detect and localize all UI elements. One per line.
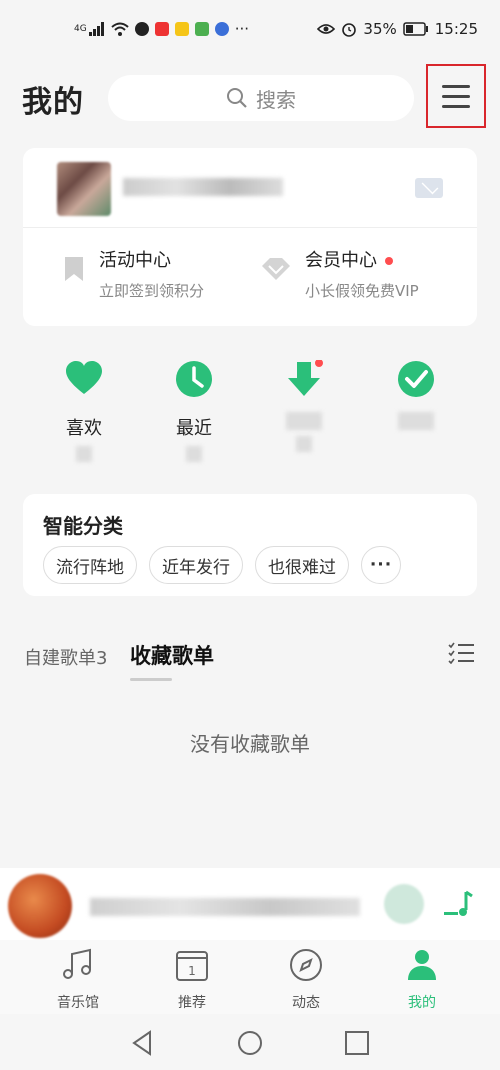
network-indicator: 4G [74,24,87,34]
recents-icon[interactable] [344,1030,370,1056]
notification-dot [385,257,393,265]
signal-icon [88,22,104,36]
download-icon [288,360,323,396]
playlist-icon[interactable] [442,888,474,920]
hamburger-line [442,94,470,98]
blurred-count [76,446,92,462]
nav-mine[interactable]: 我的 [382,948,462,1012]
browser-icon [134,22,149,36]
blurred-song-info [90,898,360,916]
eye-icon [317,24,336,34]
category-chip[interactable]: 也很难过 [255,546,349,584]
vip-center-title: 会员中心 [305,246,419,272]
blurred-count [186,446,202,462]
profile-card: 活动中心 立即签到领积分 会员中心 小长假领免费VIP [23,148,477,326]
battery-icon [403,22,428,36]
nav-label: 音乐馆 [57,995,99,1011]
search-bar[interactable]: 搜索 [108,75,414,121]
search-placeholder: 搜索 [256,87,296,112]
more-categories-button[interactable]: ··· [361,546,401,584]
diamond-icon [262,258,290,280]
search-icon [227,88,247,108]
profile-row[interactable] [23,148,477,228]
tab-created-playlists[interactable]: 自建歌单3 [24,644,107,670]
activity-center-title: 活动中心 [99,250,171,271]
category-chip[interactable]: 流行阵地 [43,546,137,584]
play-button[interactable] [384,884,424,924]
check-icon [398,361,434,397]
header: 我的 搜索 [0,64,500,130]
status-left: 4G ··· [74,20,249,38]
empty-state-text: 没有收藏歌单 [190,732,310,756]
alarm-icon [342,23,357,37]
app-notification-icon [154,22,169,36]
more-notifications: ··· [234,20,250,38]
vip-center-subtitle: 小长假领免费VIP [305,282,419,300]
hamburger-icon [442,84,470,88]
album-cover[interactable] [8,874,72,938]
clock-icon [176,361,212,397]
bookmark-icon [65,257,83,281]
mini-player[interactable] [0,868,500,940]
app-notification-icon [174,22,189,36]
category-chips: 流行阵地 近年发行 也很难过 ··· [43,546,401,584]
home-icon[interactable] [237,1030,263,1056]
quick-action-purchased[interactable] [366,360,466,430]
nav-feed[interactable]: 动态 [266,948,346,1012]
quick-action-favorites[interactable]: 喜欢 [34,360,134,462]
quick-action-download[interactable] [254,360,354,452]
status-bar: 4G ··· 35% 15:25 [0,0,500,58]
activity-center-text: 活动中心 立即签到领积分 [99,246,204,301]
app-notification-icon [194,22,209,36]
music-note-icon [63,948,91,979]
blurred-label [286,412,322,430]
clock-time: 15:25 [434,20,478,38]
activity-center[interactable]: 活动中心 立即签到领积分 [63,246,204,301]
category-chip[interactable]: 近年发行 [149,546,243,584]
person-icon [408,950,436,980]
nav-recommend[interactable]: 1 推荐 [152,948,232,1012]
quick-action-label: 喜欢 [66,418,102,439]
wifi-icon [111,22,129,36]
checklist-icon[interactable] [448,642,474,664]
menu-button[interactable] [426,64,486,128]
compass-icon [290,949,322,981]
tab-collected-playlists[interactable]: 收藏歌单 [130,640,214,670]
blurred-label [398,412,434,430]
avatar[interactable] [57,162,111,216]
blurred-username [123,178,283,196]
nav-label: 我的 [408,995,436,1011]
vip-center-text: 会员中心 小长假领免费VIP [305,246,419,301]
calendar-icon: 1 [176,951,208,981]
nav-label: 动态 [292,995,320,1011]
quick-action-label: 最近 [176,418,212,439]
blurred-count [296,436,312,452]
activity-center-subtitle: 立即签到领积分 [99,282,205,300]
music-app-icon [214,22,229,36]
page-title: 我的 [22,85,84,120]
quick-actions: 喜欢 最近 [0,360,500,470]
smart-category-card: 智能分类 流行阵地 近年发行 也很难过 ··· [23,494,477,596]
nav-label: 推荐 [178,995,206,1011]
active-tab-indicator [130,678,172,681]
svg-text:1: 1 [188,964,196,978]
mail-icon[interactable] [415,178,443,198]
battery-percent: 35% [363,20,397,38]
vip-center[interactable]: 会员中心 小长假领免费VIP [261,246,419,301]
hamburger-line [442,104,470,108]
playlist-tabs: 自建歌单3 收藏歌单 [0,640,500,684]
heart-icon [66,361,102,394]
nav-music-hall[interactable]: 音乐馆 [38,948,118,1012]
status-right: 35% 15:25 [317,20,478,38]
back-icon[interactable] [130,1030,156,1056]
bottom-nav: 音乐馆 1 推荐 动态 我的 [0,940,500,1014]
system-nav-bar [0,1014,500,1070]
vip-center-label: 会员中心 [305,250,377,271]
smart-category-title: 智能分类 [43,514,123,538]
quick-action-recent[interactable]: 最近 [144,360,244,462]
